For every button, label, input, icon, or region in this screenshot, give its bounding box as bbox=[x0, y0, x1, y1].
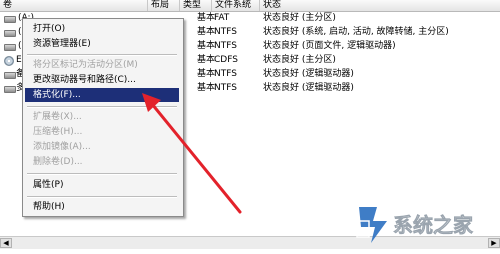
arrow-head bbox=[142, 93, 161, 112]
watermark-logo: 系统之家 bbox=[356, 207, 474, 243]
arrow-shaft bbox=[150, 102, 242, 214]
scroll-left-arrow-icon[interactable]: ◀ bbox=[0, 238, 12, 248]
watermark-text: 系统之家 bbox=[393, 213, 474, 237]
